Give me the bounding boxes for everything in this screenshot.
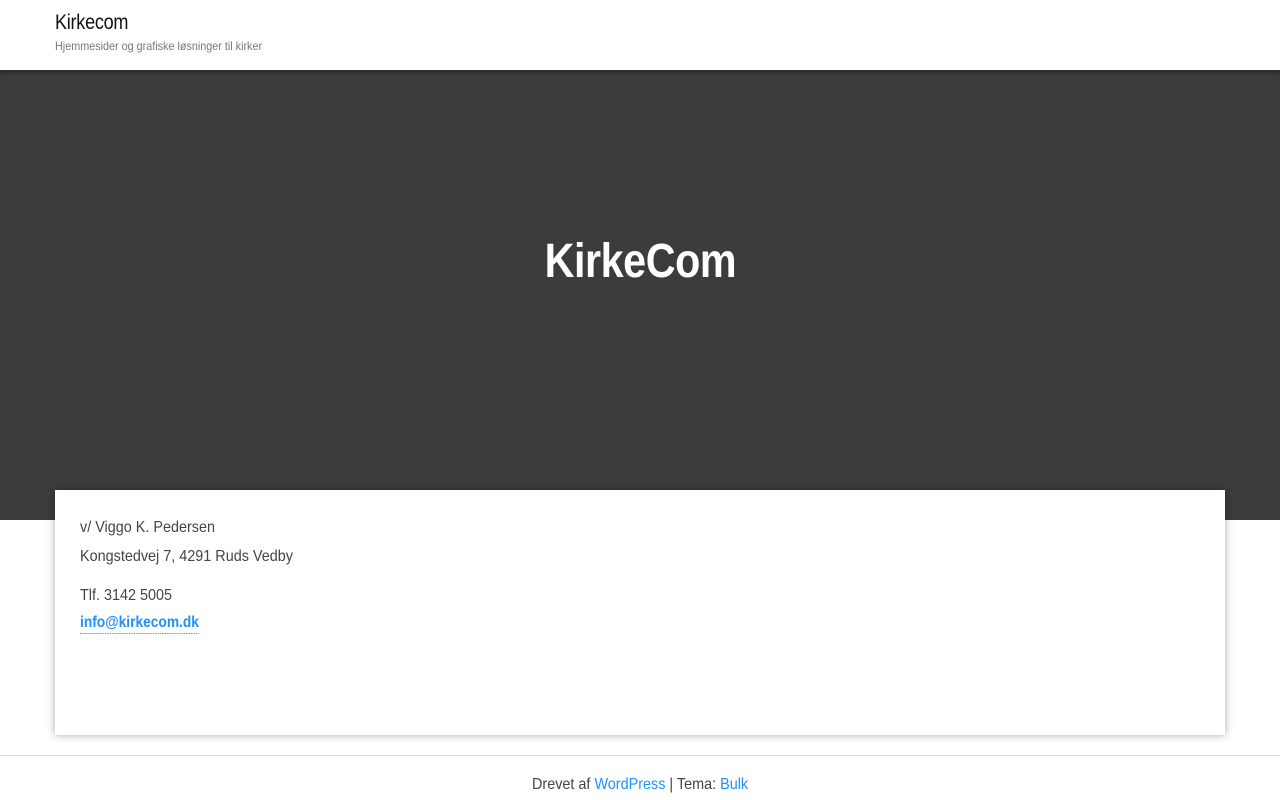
address-text: Kongstedvej 7, 4291 Ruds Vedby [80, 548, 293, 565]
site-tagline: Hjemmesider og grafiske løsninger til ki… [55, 39, 263, 53]
email-link[interactable]: info@kirkecom.dk [80, 613, 199, 634]
hero-banner: KirkeCom [0, 70, 1280, 520]
content-card: v/ Viggo K. Pedersen Kongstedvej 7, 4291… [55, 490, 1225, 735]
page-title: KirkeCom [0, 230, 1280, 294]
contact-person: v/ Viggo K. Pedersen [80, 519, 216, 536]
footer-divider [0, 755, 1280, 756]
footer-credits: Drevet af WordPress | Tema: Bulk [532, 774, 748, 796]
site-footer: Drevet af WordPress | Tema: Bulk [0, 774, 1280, 796]
powered-by-text: Drevet af [531, 776, 591, 793]
wordpress-link[interactable]: WordPress [594, 776, 665, 793]
phone-text: Tlf. 3142 5005 [80, 587, 173, 604]
site-title-link[interactable]: Kirkecom [55, 10, 128, 36]
site-header: Kirkecom Hjemmesider og grafiske løsning… [0, 0, 1280, 70]
theme-link[interactable]: Bulk [720, 776, 748, 793]
theme-separator-text: | Tema: [669, 776, 717, 793]
page-title-text: KirkeCom [544, 235, 736, 288]
